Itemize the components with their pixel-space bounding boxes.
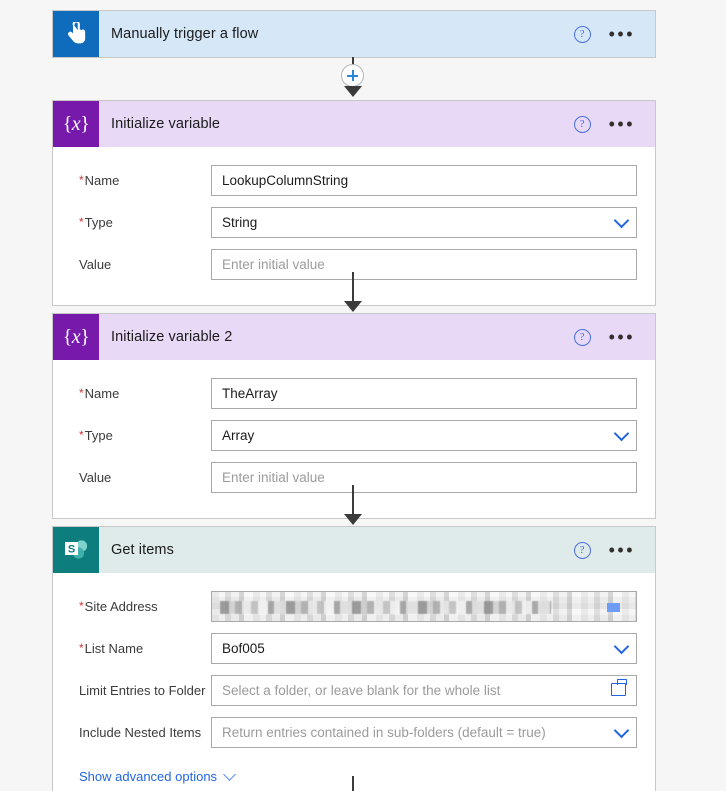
chevron-down-icon — [613, 212, 630, 229]
field-row-value: Value Enter initial value — [71, 458, 637, 496]
field-value: TheArray — [222, 385, 278, 401]
field-row-value: Value Enter initial value — [71, 245, 637, 283]
card-body: *Site Address *List Name Bof005 Limit En… — [53, 573, 655, 791]
more-options-icon[interactable]: ••• — [609, 328, 635, 346]
flow-card-get-items[interactable]: S Get items ? ••• *Site Address *List Na… — [52, 526, 656, 791]
field-label: Limit Entries to Folder — [79, 682, 206, 698]
required-marker: * — [79, 214, 84, 229]
card-header-actions: ? ••• — [573, 541, 655, 559]
field-row-site-address: *Site Address — [71, 587, 637, 625]
chevron-down-icon — [613, 425, 630, 442]
field-label: *Name — [79, 385, 120, 401]
variable-braces-icon: {x} — [53, 101, 99, 147]
svg-text:S: S — [68, 544, 75, 556]
required-marker: * — [79, 385, 84, 400]
include-nested-items-dropdown[interactable]: Return entries contained in sub-folders … — [211, 716, 637, 748]
field-row-list-name: *List Name Bof005 — [71, 629, 637, 667]
required-marker: * — [79, 640, 84, 655]
connector-arrow — [344, 301, 362, 312]
field-placeholder: Select a folder, or leave blank for the … — [222, 682, 501, 698]
value-input[interactable]: Enter initial value — [211, 248, 637, 280]
field-label: *Type — [79, 427, 113, 443]
chevron-down-icon — [613, 722, 630, 739]
field-value: Array — [222, 427, 255, 443]
help-icon[interactable]: ? — [573, 328, 591, 346]
help-icon[interactable]: ? — [573, 25, 591, 43]
value-input[interactable]: Enter initial value — [211, 461, 637, 493]
field-row-include-nested-items: Include Nested Items Return entries cont… — [71, 713, 637, 751]
card-header-actions: ? ••• — [573, 328, 655, 346]
show-advanced-options-label: Show advanced options — [79, 769, 218, 784]
card-title: Manually trigger a flow — [111, 26, 259, 42]
connector-arrow — [344, 86, 362, 97]
card-body: *Name LookupColumnString *Type String Va… — [53, 147, 655, 305]
touch-hand-icon — [53, 11, 99, 57]
card-body: *Name TheArray *Type Array Value Enter i… — [53, 360, 655, 518]
connector-line — [352, 776, 354, 791]
field-label: *Name — [79, 172, 120, 188]
field-label: Value — [79, 469, 112, 485]
field-row-type: *Type String — [71, 203, 637, 241]
connector-line — [352, 272, 354, 304]
field-placeholder: Return entries contained in sub-folders … — [222, 724, 546, 740]
field-value: LookupColumnString — [222, 172, 349, 188]
chevron-down-icon — [223, 768, 236, 781]
card-header-initialize-variable[interactable]: {x} Initialize variable ? ••• — [53, 101, 655, 147]
card-header-get-items[interactable]: S Get items ? ••• — [53, 527, 655, 573]
card-header-trigger[interactable]: Manually trigger a flow ? ••• — [53, 11, 655, 57]
field-label: *List Name — [79, 640, 144, 656]
more-options-icon[interactable]: ••• — [609, 25, 635, 43]
flow-card-initialize-variable[interactable]: {x} Initialize variable ? ••• *Name Look… — [52, 100, 656, 306]
field-value: String — [222, 214, 258, 230]
connector-line — [352, 485, 354, 517]
field-row-limit-entries-to-folder: Limit Entries to Folder Select a folder,… — [71, 671, 637, 709]
field-row-name: *Name TheArray — [71, 374, 637, 412]
flow-card-trigger[interactable]: Manually trigger a flow ? ••• — [52, 10, 656, 58]
more-options-icon[interactable]: ••• — [609, 115, 635, 133]
field-value: Bof005 — [222, 640, 265, 656]
card-header-actions: ? ••• — [573, 115, 655, 133]
flow-card-initialize-variable-2[interactable]: {x} Initialize variable 2 ? ••• *Name Th… — [52, 313, 656, 519]
connector-arrow — [344, 514, 362, 525]
more-options-icon[interactable]: ••• — [609, 541, 635, 559]
field-label: *Type — [79, 214, 113, 230]
type-dropdown[interactable]: Array — [211, 419, 637, 451]
field-placeholder: Enter initial value — [222, 469, 325, 485]
folder-icon[interactable] — [611, 679, 627, 696]
chevron-down-icon — [613, 638, 630, 655]
card-title: Get items — [111, 542, 174, 558]
help-icon[interactable]: ? — [573, 541, 591, 559]
help-icon[interactable]: ? — [573, 115, 591, 133]
field-label: Value — [79, 256, 112, 272]
field-label: Include Nested Items — [79, 724, 202, 740]
variable-braces-icon: {x} — [53, 314, 99, 360]
add-step-button[interactable] — [341, 64, 364, 87]
card-header-actions: ? ••• — [573, 25, 655, 43]
field-placeholder: Enter initial value — [222, 256, 325, 272]
field-label: *Site Address — [79, 598, 158, 614]
site-address-input[interactable] — [211, 590, 637, 622]
required-marker: * — [79, 427, 84, 442]
required-marker: * — [79, 172, 84, 187]
show-advanced-options-toggle[interactable]: Show advanced options — [71, 755, 637, 786]
card-title: Initialize variable — [111, 116, 221, 132]
name-input[interactable]: LookupColumnString — [211, 164, 637, 196]
list-name-dropdown[interactable]: Bof005 — [211, 632, 637, 664]
name-input[interactable]: TheArray — [211, 377, 637, 409]
limit-entries-to-folder-picker[interactable]: Select a folder, or leave blank for the … — [211, 674, 637, 706]
flow-designer-canvas: Manually trigger a flow ? ••• {x} Initia… — [0, 0, 726, 791]
card-header-initialize-variable-2[interactable]: {x} Initialize variable 2 ? ••• — [53, 314, 655, 360]
sharepoint-icon: S — [53, 527, 99, 573]
card-title: Initialize variable 2 — [111, 329, 233, 345]
field-row-name: *Name LookupColumnString — [71, 161, 637, 199]
required-marker: * — [79, 598, 84, 613]
type-dropdown[interactable]: String — [211, 206, 637, 238]
field-row-type: *Type Array — [71, 416, 637, 454]
